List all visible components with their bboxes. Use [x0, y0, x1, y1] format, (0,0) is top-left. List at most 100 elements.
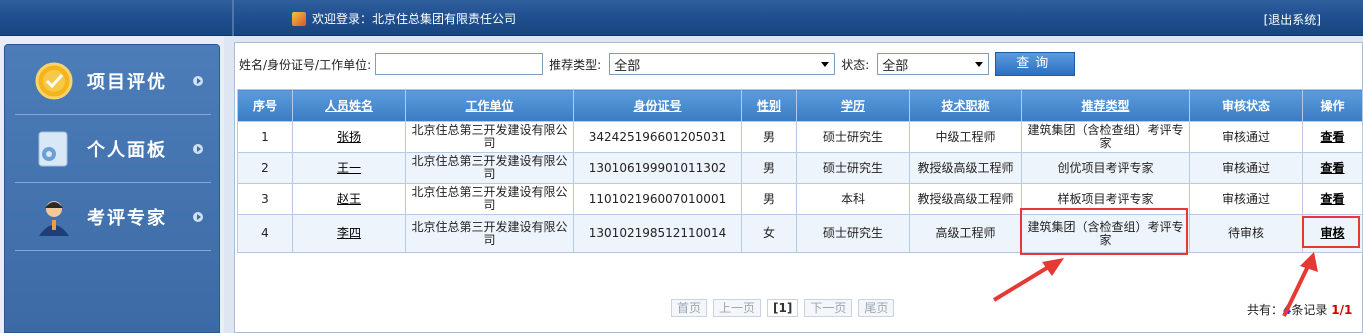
- col-header-type[interactable]: 推荐类型: [1021, 89, 1190, 122]
- main-content: 姓名/身份证号/工作单位: 推荐类型: 全部 状态: 全部 查询 序号 人员姓名…: [224, 36, 1363, 333]
- cell-op[interactable]: 查看: [1302, 121, 1363, 153]
- cell-title: 教授级高级工程师: [909, 152, 1022, 184]
- col-header-status: 审核状态: [1189, 89, 1303, 122]
- cell-gender: 男: [741, 121, 797, 153]
- last-page-button[interactable]: 尾页: [858, 299, 895, 317]
- medal-icon: [35, 62, 73, 100]
- welcome-area: 欢迎登录：北京住总集团有限责任公司: [292, 10, 516, 27]
- chevron-right-icon: [193, 76, 203, 86]
- cell-no: 4: [237, 214, 293, 253]
- sidebar-panel: 项目评优 个人面板 考评专家: [4, 44, 220, 333]
- table-row: 4 李四 北京住总第三开发建设有限公司 130102198512110014 女…: [237, 214, 1363, 253]
- col-header-gender[interactable]: 性别: [741, 89, 797, 122]
- cell-op[interactable]: 查看: [1302, 152, 1363, 184]
- settings-folder-icon: [38, 131, 68, 167]
- col-header-no: 序号: [237, 89, 293, 122]
- page-info: 1/1: [1331, 303, 1353, 317]
- cell-gender: 男: [741, 152, 797, 184]
- cell-education: 硕士研究生: [796, 121, 910, 153]
- cell-title: 教授级高级工程师: [909, 183, 1022, 215]
- sidebar-item-label: 个人面板: [87, 140, 167, 161]
- expert-person-icon: [39, 201, 69, 236]
- cell-title: 高级工程师: [909, 214, 1022, 253]
- cell-no: 2: [237, 152, 293, 184]
- view-link[interactable]: 查看: [1320, 130, 1344, 144]
- cell-education: 硕士研究生: [796, 152, 910, 184]
- col-header-unit[interactable]: 工作单位: [405, 89, 574, 122]
- cell-type: 创优项目考评专家: [1021, 152, 1190, 184]
- recommend-type-value: 全部: [614, 58, 641, 74]
- cell-title: 中级工程师: [909, 121, 1022, 153]
- cell-id: 110102196007010001: [573, 183, 742, 215]
- cell-gender: 女: [741, 214, 797, 253]
- sidebar-item-project-award[interactable]: 项目评优: [5, 47, 221, 115]
- cell-status: 待审核: [1189, 214, 1303, 253]
- col-header-name[interactable]: 人员姓名: [292, 89, 406, 122]
- next-page-button[interactable]: 下一页: [804, 299, 853, 317]
- annotation-box-type: [1020, 208, 1188, 255]
- person-name-link[interactable]: 赵王: [337, 192, 361, 206]
- chevron-right-icon: [193, 144, 203, 154]
- name-filter-label: 姓名/身份证号/工作单位:: [239, 57, 372, 72]
- cell-unit: 北京住总第三开发建设有限公司: [405, 214, 574, 253]
- current-page[interactable]: [1]: [767, 299, 799, 317]
- search-bar: 姓名/身份证号/工作单位: 推荐类型: 全部 状态: 全部 查询: [239, 51, 1076, 77]
- cell-no: 1: [237, 121, 293, 153]
- chevron-right-icon: [193, 212, 203, 222]
- person-name-link[interactable]: 王一: [337, 161, 361, 175]
- logout-link[interactable]: [退出系统]: [1264, 11, 1321, 28]
- recommend-type-select[interactable]: 全部: [609, 53, 836, 75]
- sidebar: 项目评优 个人面板 考评专家: [0, 36, 224, 333]
- type-filter-label: 推荐类型:: [549, 57, 602, 72]
- table-row: 2 王一 北京住总第三开发建设有限公司 130106199901011302 男…: [237, 152, 1363, 184]
- top-header-bar: 欢迎登录：北京住总集团有限责任公司 [退出系统]: [0, 0, 1363, 36]
- first-page-button[interactable]: 首页: [671, 299, 708, 317]
- cell-id: 342425196601205031: [573, 121, 742, 153]
- user-group-icon: [292, 11, 306, 26]
- cell-id: 130102198512110014: [573, 214, 742, 253]
- cell-name[interactable]: 张扬: [292, 121, 406, 153]
- sidebar-item-expert[interactable]: 考评专家: [5, 183, 221, 251]
- col-header-title[interactable]: 技术职称: [909, 89, 1022, 122]
- cell-op[interactable]: 查看: [1302, 183, 1363, 215]
- cell-gender: 男: [741, 183, 797, 215]
- table-header-row: 序号 人员姓名 工作单位 身份证号 性别 学历 技术职称 推荐类型 审核状态 操…: [237, 89, 1363, 122]
- view-link[interactable]: 查看: [1320, 192, 1344, 206]
- cell-no: 3: [237, 183, 293, 215]
- cell-name[interactable]: 李四: [292, 214, 406, 253]
- content-card: 姓名/身份证号/工作单位: 推荐类型: 全部 状态: 全部 查询 序号 人员姓名…: [234, 42, 1363, 333]
- cell-status: 审核通过: [1189, 183, 1303, 215]
- pagination: 首页 上一页 [1] 下一页 尾页: [671, 299, 895, 317]
- name-search-input[interactable]: [375, 53, 544, 75]
- cell-status: 审核通过: [1189, 152, 1303, 184]
- person-name-link[interactable]: 李四: [337, 226, 361, 240]
- person-name-link[interactable]: 张扬: [337, 130, 361, 144]
- header-divider: [232, 0, 234, 36]
- cell-id: 130106199901011302: [573, 152, 742, 184]
- sidebar-item-label: 项目评优: [87, 72, 167, 93]
- total-suffix: 条记录: [1291, 303, 1328, 317]
- welcome-text: 欢迎登录：北京住总集团有限责任公司: [312, 12, 517, 26]
- cell-unit: 北京住总第三开发建设有限公司: [405, 183, 574, 215]
- sidebar-item-personal-panel[interactable]: 个人面板: [5, 115, 221, 183]
- cell-unit: 北京住总第三开发建设有限公司: [405, 152, 574, 184]
- cell-type: 建筑集团（含检查组）考评专家: [1021, 121, 1190, 153]
- prev-page-button[interactable]: 上一页: [713, 299, 762, 317]
- chevron-down-icon: [821, 62, 830, 67]
- status-value: 全部: [882, 58, 909, 74]
- chevron-down-icon: [975, 62, 984, 67]
- query-button[interactable]: 查询: [995, 52, 1076, 76]
- cell-education: 硕士研究生: [796, 214, 910, 253]
- cell-name[interactable]: 赵王: [292, 183, 406, 215]
- cell-name[interactable]: 王一: [292, 152, 406, 184]
- view-link[interactable]: 查看: [1320, 161, 1344, 175]
- col-header-education[interactable]: 学历: [796, 89, 910, 122]
- cell-education: 本科: [796, 183, 910, 215]
- annotation-box-review: [1302, 216, 1360, 248]
- col-header-op: 操作: [1302, 89, 1363, 122]
- col-header-id[interactable]: 身份证号: [573, 89, 742, 122]
- sidebar-item-label: 考评专家: [87, 208, 167, 229]
- table-row: 1 张扬 北京住总第三开发建设有限公司 342425196601205031 男…: [237, 121, 1363, 153]
- status-filter-label: 状态:: [841, 57, 870, 72]
- status-select[interactable]: 全部: [877, 53, 990, 75]
